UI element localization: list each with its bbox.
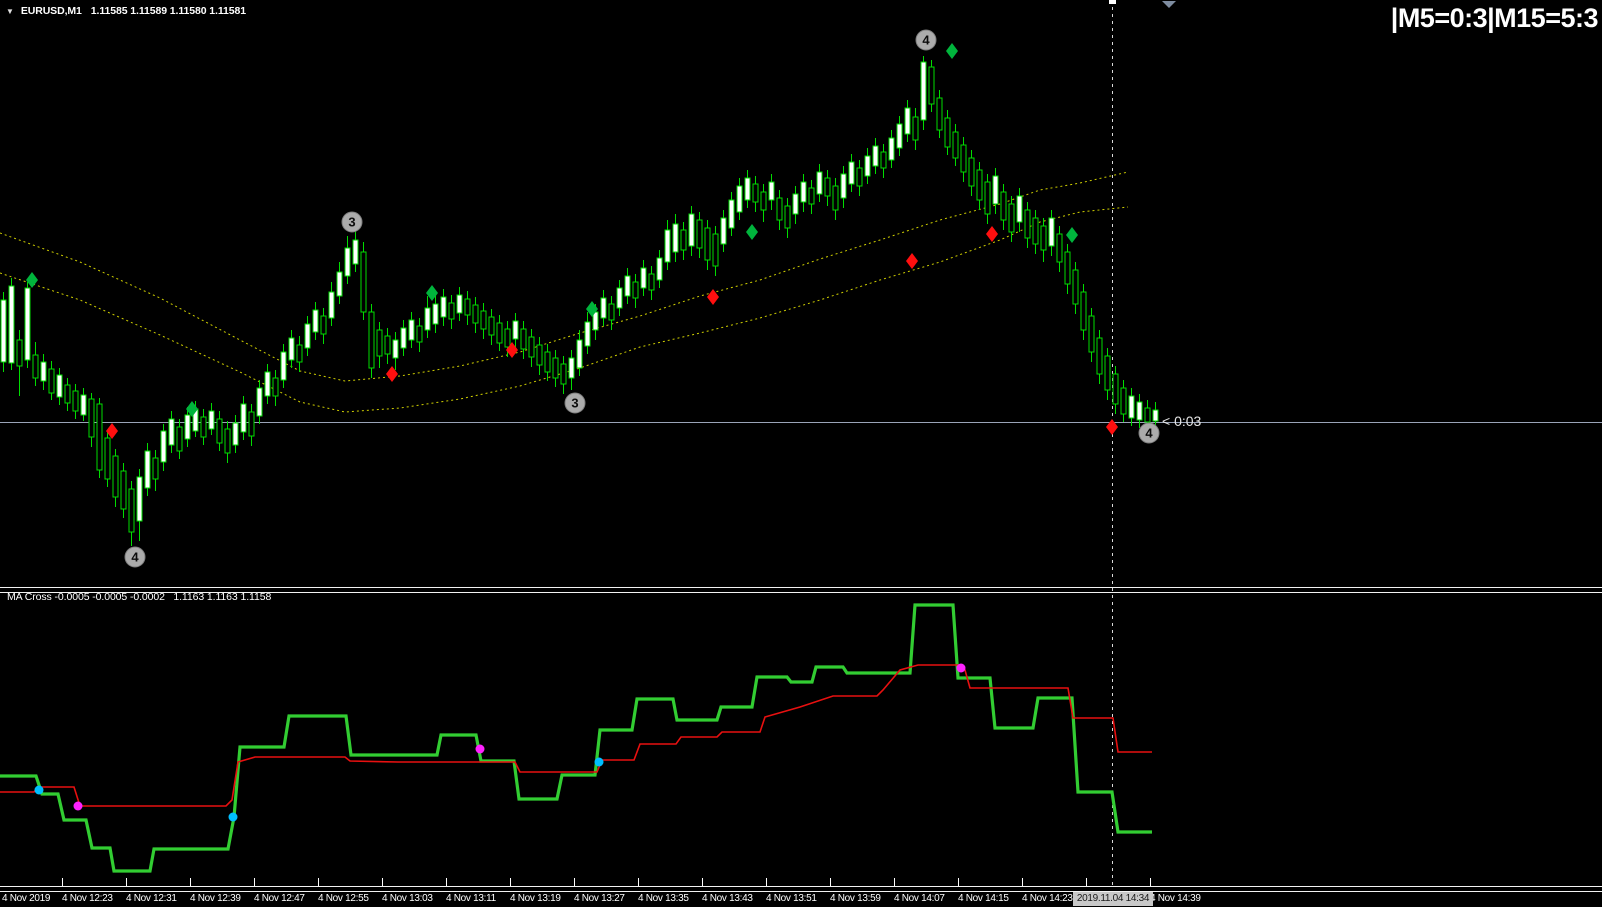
time-axis-label: 4 Nov 2019	[2, 893, 51, 904]
signal-counter-label: |M5=0:3|M15=5:3	[1390, 3, 1599, 33]
symbol-timeframe-label: EURUSD,M1	[20, 5, 82, 17]
candle-countdown-timer: < 0:03	[1162, 413, 1202, 429]
diamond-marker-red	[386, 366, 398, 382]
time-axis-label: 4 Nov 14:39	[1150, 893, 1201, 904]
ohlc-quotes: 1.11585 1.11589 1.11580 1.11581	[90, 5, 246, 17]
cross-signal-dot-cyan	[34, 785, 44, 795]
mt4-chart-window: 4 3 3 4 4 ▼ EURUSD,M1 1.11585 1.11589 1.1158…	[0, 0, 1602, 907]
time-axis-label: 4 Nov 12:23	[62, 893, 113, 904]
time-axis-label: 4 Nov 13:59	[830, 893, 881, 904]
circle-marker-number: 4	[922, 33, 930, 48]
cross-signal-dot-magenta	[475, 744, 485, 754]
symbol-info-bar: ▼ EURUSD,M1 1.11585 1.11589 1.11580 1.11…	[6, 5, 246, 17]
data-window-arrow-icon[interactable]: ▼	[6, 7, 14, 16]
time-axis-label: 4 Nov 14:23	[1022, 893, 1073, 904]
diamond-marker-green	[1066, 227, 1078, 243]
cross-signal-dot-cyan	[228, 812, 238, 822]
time-axis-label: 4 Nov 12:31	[126, 893, 177, 904]
cross-signal-dot-magenta	[956, 663, 966, 673]
ma-cross-slow-line	[0, 664, 1152, 807]
diamond-marker-green	[946, 43, 958, 59]
ma-cross-indicator	[0, 603, 1152, 873]
time-axis-label: 4 Nov 13:35	[638, 893, 689, 904]
time-axis-label: 4 Nov 13:27	[574, 893, 625, 904]
cross-signal-dot-magenta	[73, 801, 83, 811]
diamond-marker-red	[1106, 419, 1118, 435]
time-axis-label: 4 Nov 12:47	[254, 893, 305, 904]
candlestick-series	[0, 56, 1159, 546]
time-axis-label: 4 Nov 13:03	[382, 893, 433, 904]
crosshair-vline-anchor	[1109, 0, 1116, 4]
time-axis-label: 4 Nov 13:43	[702, 893, 753, 904]
circle-marker-number: 3	[571, 396, 578, 411]
time-axis-label: 4 Nov 13:51	[766, 893, 817, 904]
time-axis-label: 4 Nov 14:15	[958, 893, 1009, 904]
numbered-circle-markers: 4 3 3 4 4	[124, 29, 1160, 568]
time-axis[interactable]: 2019.11.04 14:34 4 Nov 2019 4 Nov 12:23 4 …	[0, 892, 1602, 907]
chart-canvas[interactable]: 4 3 3 4 4	[0, 0, 1602, 907]
circle-marker-number: 4	[1145, 426, 1153, 441]
ma-cross-fast-line	[0, 603, 1152, 873]
cross-signal-dot-cyan	[594, 757, 604, 767]
time-axis-label: 4 Nov 13:11	[446, 893, 496, 904]
chart-shift-marker-icon[interactable]	[1162, 1, 1176, 8]
circle-marker-number: 3	[348, 215, 355, 230]
envelope-upper-band	[0, 171, 1129, 382]
diamond-marker-green	[746, 224, 758, 240]
time-axis-ticks	[62, 878, 1151, 886]
diamond-marker-red	[906, 253, 918, 269]
time-axis-label: 4 Nov 12:39	[190, 893, 241, 904]
circle-marker-number: 4	[131, 550, 139, 565]
time-axis-label: 4 Nov 12:55	[318, 893, 369, 904]
indicator-label: MA Cross -0.0005 -0.0005 -0.0002 1.1163 …	[7, 591, 272, 603]
crosshair-time-badge: 2019.11.04 14:34	[1073, 892, 1153, 906]
diamond-marker-red	[986, 226, 998, 242]
time-axis-label: 4 Nov 13:19	[510, 893, 561, 904]
time-axis-label: 4 Nov 14:07	[894, 893, 945, 904]
